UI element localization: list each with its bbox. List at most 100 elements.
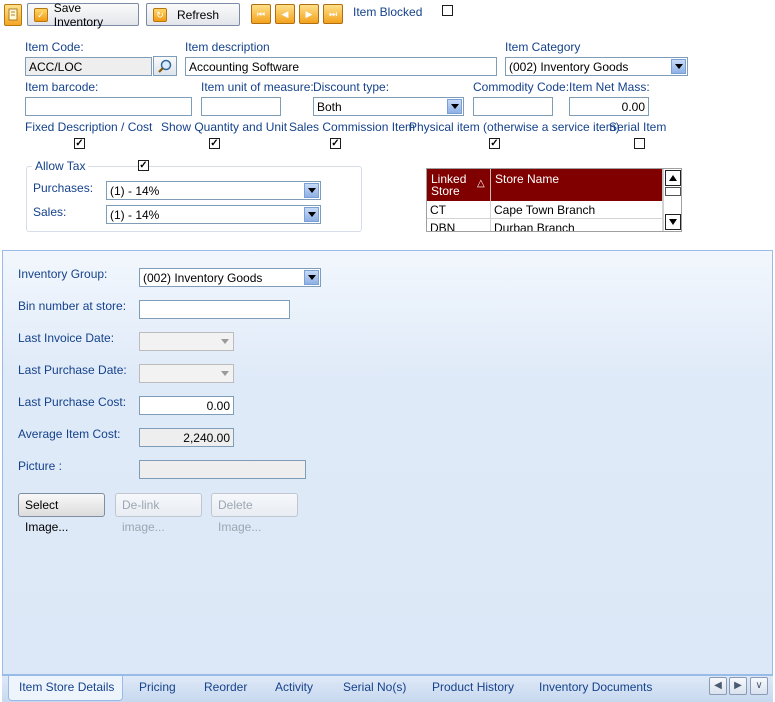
next-record-button[interactable]: ▶ <box>299 4 319 24</box>
unit-of-measure-label: Item unit of measure: <box>201 80 314 94</box>
discount-type-label: Discount type: <box>313 80 390 94</box>
chevron-down-icon <box>304 183 319 198</box>
chevron-down-icon <box>217 334 232 349</box>
average-item-cost-label: Average Item Cost: <box>18 427 121 441</box>
notes-icon[interactable] <box>4 4 22 26</box>
linked-stores-grid: Linked Store △ Store Name CT Cape Town B… <box>426 168 682 232</box>
item-code-label: Item Code: <box>25 40 84 54</box>
last-invoice-date-label: Last Invoice Date: <box>18 331 115 345</box>
last-record-button[interactable]: ⏭ <box>323 4 343 24</box>
discount-type-select[interactable]: Both <box>313 97 464 116</box>
item-blocked-label: Item Blocked <box>353 5 423 19</box>
physical-item-checkbox[interactable] <box>489 138 500 149</box>
tab-product-history[interactable]: Product History <box>432 680 514 694</box>
commodity-code-field[interactable] <box>473 97 553 116</box>
tab-activity[interactable]: Activity <box>275 680 313 694</box>
item-store-details-panel <box>2 250 773 675</box>
picture-label: Picture : <box>18 459 63 473</box>
net-mass-label: Item Net Mass: <box>569 80 650 94</box>
sales-tax-value: (1) - 14% <box>110 208 160 222</box>
tab-serial-numbers[interactable]: Serial No(s) <box>343 680 406 694</box>
stores-scrollbar[interactable] <box>663 169 681 231</box>
show-quantity-label: Show Quantity and Unit <box>161 120 288 134</box>
fixed-description-label: Fixed Description / Cost <box>25 120 153 134</box>
item-barcode-field[interactable] <box>25 97 192 116</box>
item-code-field[interactable]: ACC/LOC <box>25 57 152 76</box>
table-row-dbn-code[interactable]: DBN <box>427 219 491 231</box>
inventory-group-select[interactable]: (002) Inventory Goods <box>139 268 321 287</box>
save-icon: ✓ <box>34 7 48 22</box>
physical-item-label: Physical item (otherwise a service item) <box>409 120 620 134</box>
bin-number-field[interactable] <box>139 300 290 319</box>
item-description-field[interactable]: Accounting Software <box>185 57 497 76</box>
serial-item-checkbox[interactable] <box>634 138 645 149</box>
column-header-linked-store[interactable]: Linked Store △ <box>427 169 491 201</box>
tab-inventory-documents[interactable]: Inventory Documents <box>539 680 652 694</box>
inventory-group-value: (002) Inventory Goods <box>143 271 263 285</box>
chevron-down-icon <box>217 366 232 381</box>
scroll-down-icon[interactable] <box>665 214 681 230</box>
item-category-label: Item Category <box>505 40 581 54</box>
item-category-select[interactable]: (002) Inventory Goods <box>505 57 688 76</box>
last-purchase-cost-label: Last Purchase Cost: <box>18 395 127 409</box>
save-inventory-button[interactable]: ✓ Save Inventory <box>27 0 139 29</box>
purchases-tax-label: Purchases: <box>33 181 94 195</box>
item-barcode-label: Item barcode: <box>25 80 99 94</box>
chevron-down-icon <box>304 270 319 285</box>
average-item-cost-field: 2,240.00 <box>139 428 234 447</box>
chevron-down-icon <box>447 99 462 114</box>
commodity-code-label: Commodity Code: <box>473 80 570 94</box>
column-header-store-name[interactable]: Store Name <box>491 169 663 201</box>
item-description-label: Item description <box>185 40 270 54</box>
item-blocked-checkbox[interactable] <box>442 5 453 16</box>
search-icon <box>158 59 172 73</box>
item-category-value: (002) Inventory Goods <box>509 60 629 74</box>
last-purchase-cost-field[interactable]: 0.00 <box>139 396 234 415</box>
refresh-label: Refresh <box>177 7 220 22</box>
table-row-dbn-name[interactable]: Durban Branch <box>491 219 663 231</box>
previous-record-button[interactable]: ◀ <box>275 4 295 24</box>
show-quantity-checkbox[interactable] <box>209 138 220 149</box>
item-lookup-button[interactable] <box>153 56 177 76</box>
refresh-icon: ↻ <box>153 7 167 22</box>
discount-type-value: Both <box>317 100 342 114</box>
serial-item-label: Serial Item <box>609 120 667 134</box>
select-image-button[interactable]: Select Image... <box>18 493 105 534</box>
tab-item-store-details[interactable]: Item Store Details <box>8 676 124 701</box>
purchases-tax-value: (1) - 14% <box>110 184 160 198</box>
table-row-ct-code[interactable]: CT <box>427 201 491 219</box>
table-row-ct-name[interactable]: Cape Town Branch <box>491 201 663 219</box>
chevron-down-icon <box>304 207 319 222</box>
unit-of-measure-field[interactable] <box>201 97 281 116</box>
first-record-button[interactable]: ⏮ <box>251 4 271 24</box>
last-purchase-date-picker <box>139 364 234 383</box>
tab-scroll-right-icon[interactable]: ▶ <box>729 677 747 695</box>
sales-tax-select[interactable]: (1) - 14% <box>106 205 321 224</box>
tab-bar: Item Store Details Pricing Reorder Activ… <box>2 675 773 702</box>
last-invoice-date-picker <box>139 332 234 351</box>
refresh-button[interactable]: ↻ Refresh <box>146 3 240 26</box>
sales-tax-label: Sales: <box>33 205 67 219</box>
inventory-group-label: Inventory Group: <box>18 267 108 281</box>
tab-pricing[interactable]: Pricing <box>139 680 176 694</box>
bin-number-label: Bin number at store: <box>18 299 127 313</box>
sales-commission-label: Sales Commission Item <box>289 120 416 134</box>
save-inventory-label: Save Inventory <box>53 0 104 29</box>
scroll-thumb[interactable] <box>665 187 681 196</box>
tab-list-chevron-icon[interactable]: ∨ <box>750 677 768 695</box>
allow-tax-checkbox[interactable] <box>138 160 149 171</box>
delink-image-button: De-link image... <box>115 493 202 534</box>
delete-image-button: Delete Image... <box>211 493 298 534</box>
purchases-tax-select[interactable]: (1) - 14% <box>106 181 321 200</box>
picture-field <box>139 460 306 479</box>
net-mass-field[interactable]: 0.00 <box>569 97 649 116</box>
fixed-description-checkbox[interactable] <box>74 138 85 149</box>
scroll-up-icon[interactable] <box>665 170 681 186</box>
sort-ascending-icon: △ <box>477 178 485 189</box>
chevron-down-icon <box>671 59 686 74</box>
sales-commission-checkbox[interactable] <box>330 138 341 149</box>
allow-tax-label: Allow Tax <box>32 159 89 173</box>
tab-scroll-left-icon[interactable]: ◀ <box>709 677 727 695</box>
tab-reorder[interactable]: Reorder <box>204 680 247 694</box>
last-purchase-date-label: Last Purchase Date: <box>18 363 127 377</box>
